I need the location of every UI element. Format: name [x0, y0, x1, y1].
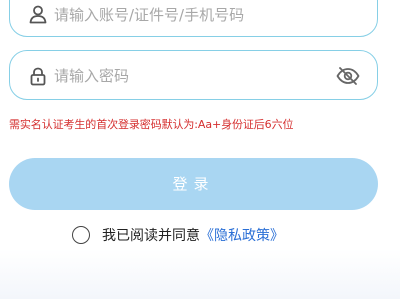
user-icon [28, 4, 48, 24]
privacy-policy-link[interactable]: 《隐私政策》 [200, 225, 284, 245]
password-notice: 需实名认证考生的首次登录密码默认为:Aa+身份证后6六位 [9, 118, 294, 131]
lock-icon [28, 66, 48, 86]
login-button[interactable]: 登录 [9, 158, 378, 210]
password-field[interactable] [9, 50, 378, 100]
agreement-text: 我已阅读并同意 [102, 228, 200, 244]
agreement-row: 我已阅读并同意 《隐私政策》 [72, 224, 284, 246]
agree-radio[interactable] [72, 226, 90, 244]
account-field[interactable] [9, 0, 378, 37]
background-fade [0, 249, 400, 299]
account-input[interactable] [54, 6, 317, 24]
eye-off-icon[interactable] [335, 63, 361, 89]
password-input[interactable] [54, 67, 317, 85]
